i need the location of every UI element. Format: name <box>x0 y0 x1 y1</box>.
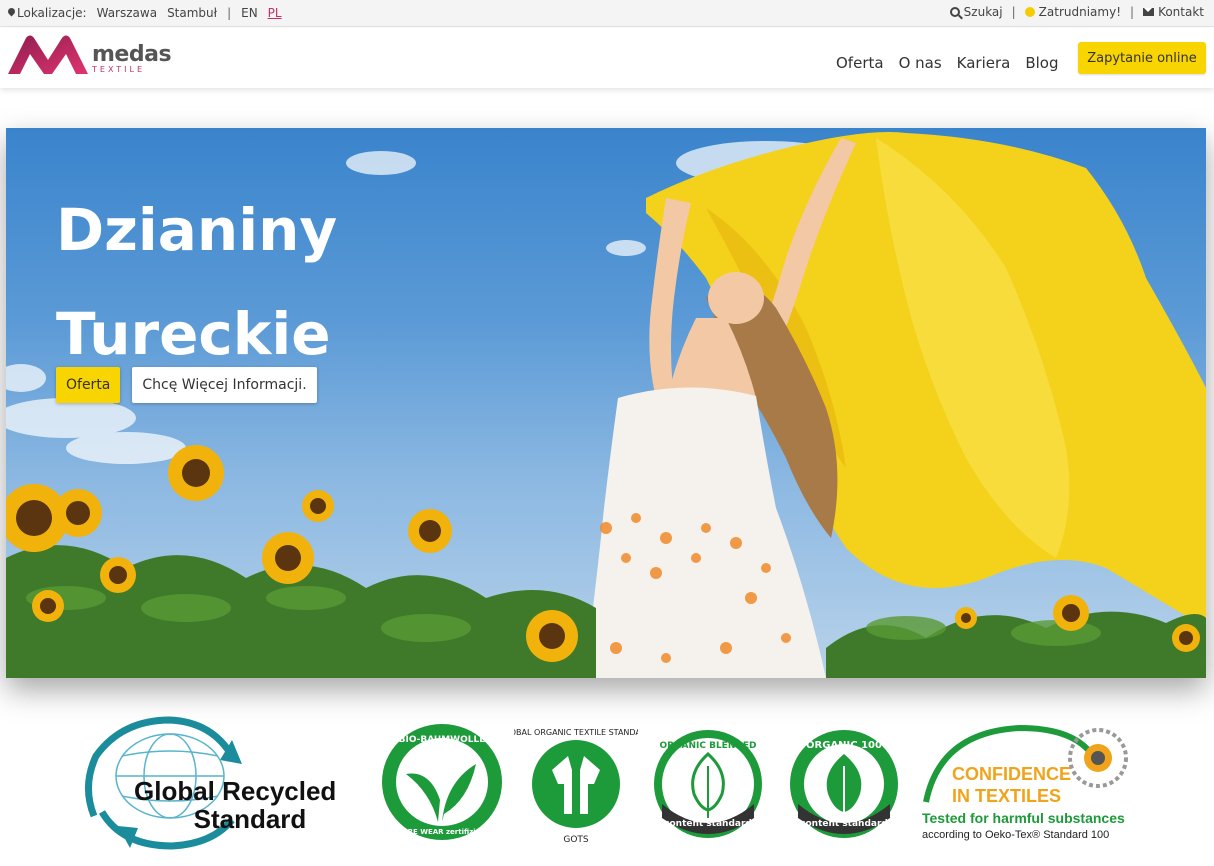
separator: | <box>1130 5 1135 19</box>
svg-text:GLOBAL ORGANIC TEXTILE STANDAR: GLOBAL ORGANIC TEXTILE STANDARD <box>514 728 638 737</box>
envelope-icon <box>1143 8 1155 16</box>
svg-text:BIO-BAUMWOLLE: BIO-BAUMWOLLE <box>399 735 486 745</box>
gots-badge: GLOBAL ORGANIC TEXTILE STANDARD GOTS <box>514 728 638 845</box>
hero-banner: Dzianiny Tureckie Oferta Chcę Więcej Inf… <box>6 128 1206 678</box>
oeko-tex-standard: according to Oeko-Tex® Standard 100 <box>922 829 1110 841</box>
ocs-blended-badge: ORGANIC BLENDED content standard <box>654 730 762 838</box>
svg-text:GOTS: GOTS <box>563 835 589 845</box>
hero-title: Dzianiny Tureckie <box>56 178 337 386</box>
bio-baumwolle-badge: BIO-BAUMWOLLE PURE WEAR zertifiziert <box>382 724 502 840</box>
hero-more-info-button[interactable]: Chcę Więcej Informacji. <box>132 367 317 403</box>
contact-link[interactable]: Kontakt <box>1143 5 1204 19</box>
lang-pl-link[interactable]: PL <box>268 6 282 20</box>
svg-text:PURE WEAR zertifiziert: PURE WEAR zertifiziert <box>397 828 488 836</box>
locations-bar: Lokalizacje: Warszawa Stambuł | EN PL <box>8 6 282 20</box>
main-nav: Oferta O nas Kariera Blog <box>836 54 1059 72</box>
logo-text: medas TEXTILE <box>92 42 172 74</box>
hiring-link[interactable]: Zatrudniamy! <box>1024 5 1121 19</box>
brand-subtitle: TEXTILE <box>92 65 146 74</box>
grs-logo-text: Global Recycled Standard <box>134 776 337 834</box>
svg-text:ORGANIC BLENDED: ORGANIC BLENDED <box>660 741 757 751</box>
logo[interactable]: medas TEXTILE <box>6 34 172 76</box>
brand-name: medas <box>92 42 172 67</box>
online-inquiry-button[interactable]: Zapytanie online <box>1078 42 1206 74</box>
svg-text:ORGANIC 100: ORGANIC 100 <box>806 740 882 751</box>
ocs-100-badge: ORGANIC 100 content standard <box>790 730 898 838</box>
top-bar: Lokalizacje: Warszawa Stambuł | EN PL Sz… <box>0 0 1214 27</box>
utility-links: Szukaj | Zatrudniamy! | Kontakt <box>949 5 1204 19</box>
yellow-dot-icon <box>1024 7 1035 17</box>
nav-item-o-nas[interactable]: O nas <box>899 54 942 72</box>
lang-en-link[interactable]: EN <box>241 6 258 20</box>
location-stambul-link[interactable]: Stambuł <box>167 6 217 20</box>
main-header: medas TEXTILE Oferta O nas Kariera Blog … <box>0 28 1214 88</box>
location-pin-icon <box>8 8 15 17</box>
search-link[interactable]: Szukaj <box>949 5 1003 19</box>
hero-buttons: Oferta Chcę Więcej Informacji. <box>56 367 317 403</box>
separator: | <box>1011 5 1016 19</box>
oeko-tex-title: CONFIDENCE IN TEXTILES <box>952 764 1072 806</box>
location-warszawa-link[interactable]: Warszawa <box>97 6 157 20</box>
nav-item-oferta[interactable]: Oferta <box>836 54 884 72</box>
hero-offer-button[interactable]: Oferta <box>56 367 121 403</box>
svg-text:content standard: content standard <box>664 819 752 829</box>
search-icon <box>949 7 960 17</box>
nav-item-kariera[interactable]: Kariera <box>957 54 1011 72</box>
svg-text:content standard: content standard <box>800 819 888 829</box>
hero-title-line1: Dzianiny <box>56 196 338 264</box>
nav-item-blog[interactable]: Blog <box>1025 54 1058 72</box>
locations-label: Lokalizacje: <box>8 6 87 20</box>
separator: | <box>227 6 232 20</box>
medas-logo-icon <box>8 35 88 74</box>
oeko-tex-subtitle: Tested for harmful substances <box>922 810 1125 826</box>
